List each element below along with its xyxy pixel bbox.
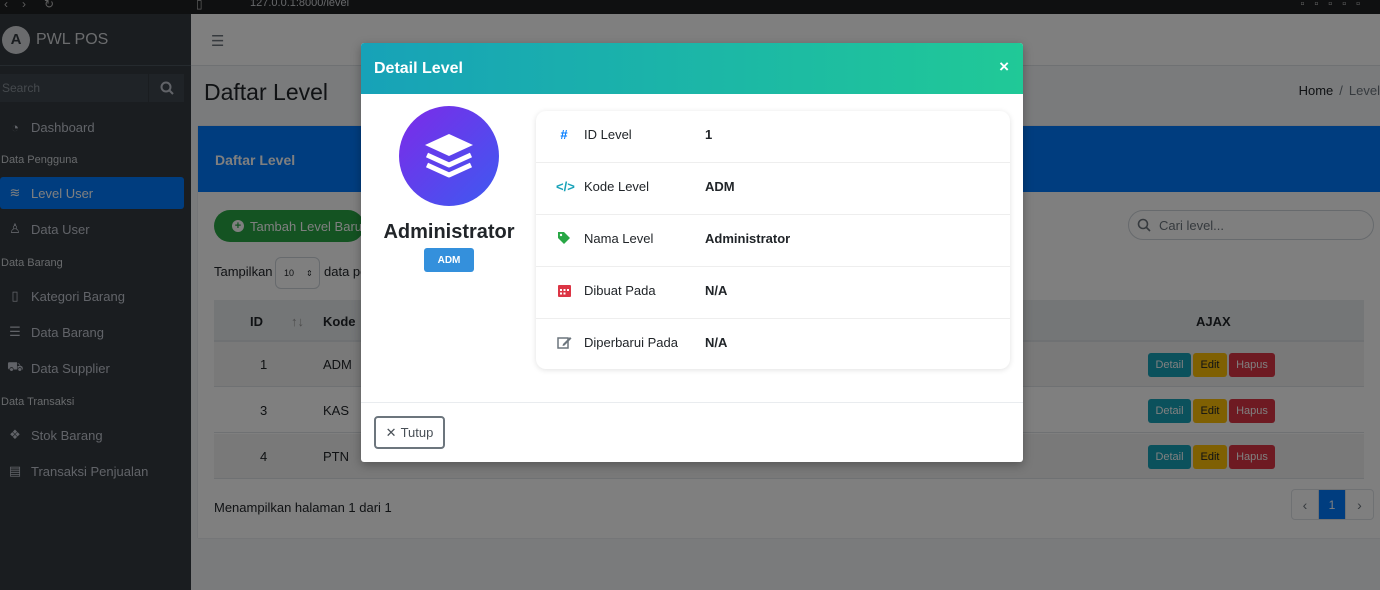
- info-label: Dibuat Pada: [584, 283, 656, 298]
- info-value: 1: [705, 127, 713, 142]
- level-avatar: [399, 106, 499, 206]
- info-row-nama-level: Nama Level Administrator: [536, 215, 1010, 267]
- info-value: N/A: [705, 283, 728, 298]
- info-row-id-level: # ID Level 1: [536, 111, 1010, 163]
- close-icon: ✕: [385, 424, 397, 440]
- detail-level-modal: Detail Level × Administrator ADM # ID Le…: [361, 43, 1023, 462]
- info-row-kode-level: </> Kode Level ADM: [536, 163, 1010, 215]
- edit-icon: [556, 335, 572, 352]
- calendar-icon: [556, 283, 572, 300]
- close-icon[interactable]: ×: [999, 57, 1009, 77]
- info-row-diperbarui-pada: Diperbarui Pada N/A: [536, 319, 1010, 371]
- modal-footer: ✕ Tutup: [361, 402, 1023, 462]
- info-label: Diperbarui Pada: [584, 335, 678, 350]
- info-label: Kode Level: [584, 179, 650, 194]
- modal-header: Detail Level ×: [361, 43, 1023, 94]
- info-value: ADM: [705, 179, 735, 194]
- level-info-list: # ID Level 1 </> Kode Level ADM Nama Lev…: [536, 111, 1010, 369]
- layers-icon: [425, 134, 473, 178]
- info-row-dibuat-pada: Dibuat Pada N/A: [536, 267, 1010, 319]
- code-icon: </>: [556, 179, 575, 194]
- hash-icon: #: [560, 127, 568, 142]
- level-name: Administrator: [383, 221, 515, 243]
- info-value: N/A: [705, 335, 728, 350]
- tag-icon: [556, 231, 572, 248]
- info-label: ID Level: [584, 127, 632, 142]
- level-code-badge: ADM: [424, 248, 474, 272]
- close-modal-button[interactable]: ✕ Tutup: [374, 416, 445, 449]
- info-label: Nama Level: [584, 231, 654, 246]
- info-value: Administrator: [705, 231, 791, 246]
- close-modal-label: Tutup: [400, 425, 434, 440]
- modal-title: Detail Level: [374, 60, 463, 77]
